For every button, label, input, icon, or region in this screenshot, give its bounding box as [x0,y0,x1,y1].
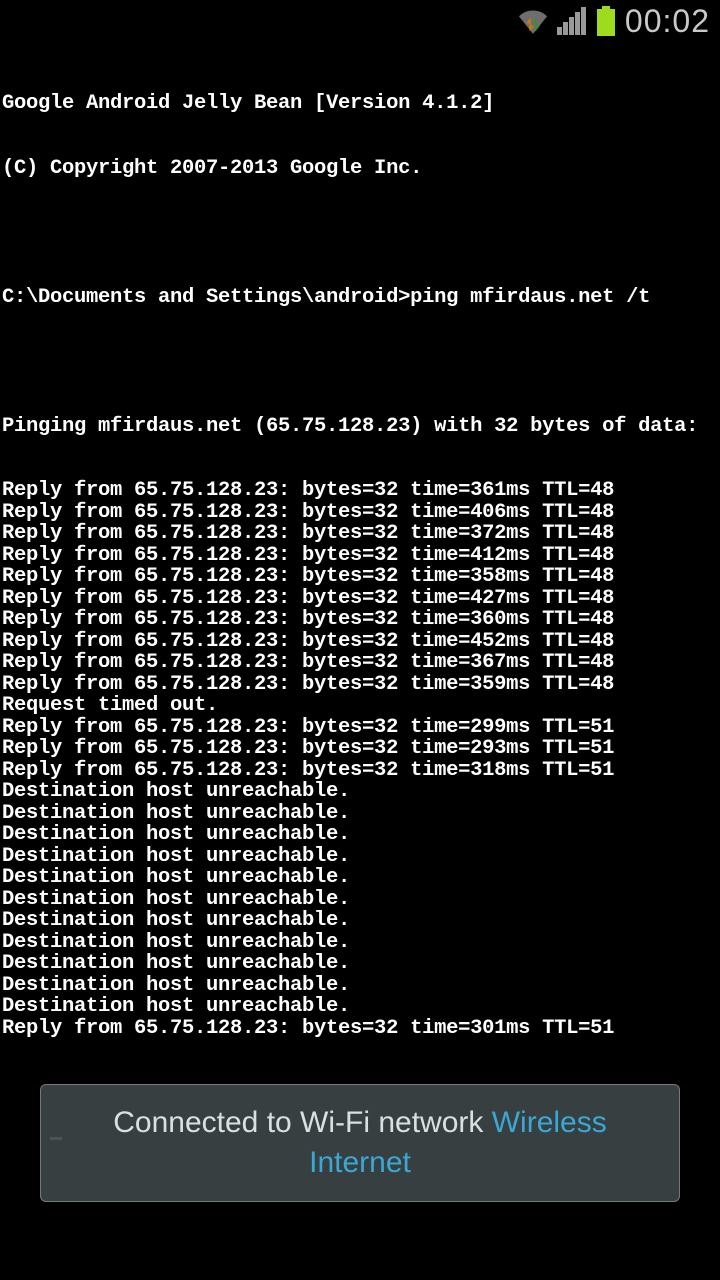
toast-text: Connected to Wi-Fi network [113,1106,491,1139]
terminal-line: Reply from 65.75.128.23: bytes=32 time=3… [2,674,718,696]
terminal-line: Reply from 65.75.128.23: bytes=32 time=4… [2,502,718,524]
status-clock: 00:02 [625,3,710,40]
terminal-line: Reply from 65.75.128.23: bytes=32 time=4… [2,631,718,653]
terminal-line: Pinging mfirdaus.net (65.75.128.23) with… [2,416,718,438]
terminal-prompt: C:\Documents and Settings\android>ping m… [2,287,718,309]
terminal-line: Reply from 65.75.128.23: bytes=32 time=2… [2,738,718,760]
terminal-line: Destination host unreachable. [2,996,718,1018]
terminal-line: Reply from 65.75.128.23: bytes=32 time=3… [2,480,718,502]
terminal-line: Destination host unreachable. [2,889,718,911]
terminal-line: Request timed out. [2,695,718,717]
terminal-line: Reply from 65.75.128.23: bytes=32 time=3… [2,609,718,631]
terminal-line: Destination host unreachable. [2,953,718,975]
terminal-line: Reply from 65.75.128.23: bytes=32 time=4… [2,545,718,567]
terminal-line: Destination host unreachable. [2,803,718,825]
terminal-line: Reply from 65.75.128.23: bytes=32 time=4… [2,588,718,610]
terminal-line: Destination host unreachable. [2,824,718,846]
terminal-output: Google Android Jelly Bean [Version 4.1.2… [0,42,720,1168]
terminal-line: (C) Copyright 2007-2013 Google Inc. [2,158,718,180]
wifi-toast[interactable]: Connected to Wi-Fi network Wireless Inte… [40,1084,680,1202]
terminal-line: Destination host unreachable. [2,975,718,997]
battery-icon [597,6,615,36]
terminal-line: Reply from 65.75.128.23: bytes=32 time=2… [2,717,718,739]
status-bar: 00:02 [0,0,720,42]
terminal-line: Reply from 65.75.128.23: bytes=32 time=3… [2,566,718,588]
wifi-activity-icon [519,7,547,35]
terminal-line: Reply from 65.75.128.23: bytes=32 time=3… [2,523,718,545]
terminal-line: Reply from 65.75.128.23: bytes=32 time=3… [2,652,718,674]
terminal-line [2,222,718,244]
terminal-line: Destination host unreachable. [2,932,718,954]
terminal-line: Google Android Jelly Bean [Version 4.1.2… [2,93,718,115]
terminal-line: Destination host unreachable. [2,846,718,868]
terminal-line: Reply from 65.75.128.23: bytes=32 time=3… [2,1018,718,1040]
terminal-line: Destination host unreachable. [2,910,718,932]
terminal-line: Destination host unreachable. [2,867,718,889]
signal-icon [557,7,587,35]
terminal-line [2,351,718,373]
phone-screen: 00:02 Google Android Jelly Bean [Version… [0,0,720,1280]
terminal-line: Destination host unreachable. [2,781,718,803]
terminal-line: Reply from 65.75.128.23: bytes=32 time=3… [2,760,718,782]
